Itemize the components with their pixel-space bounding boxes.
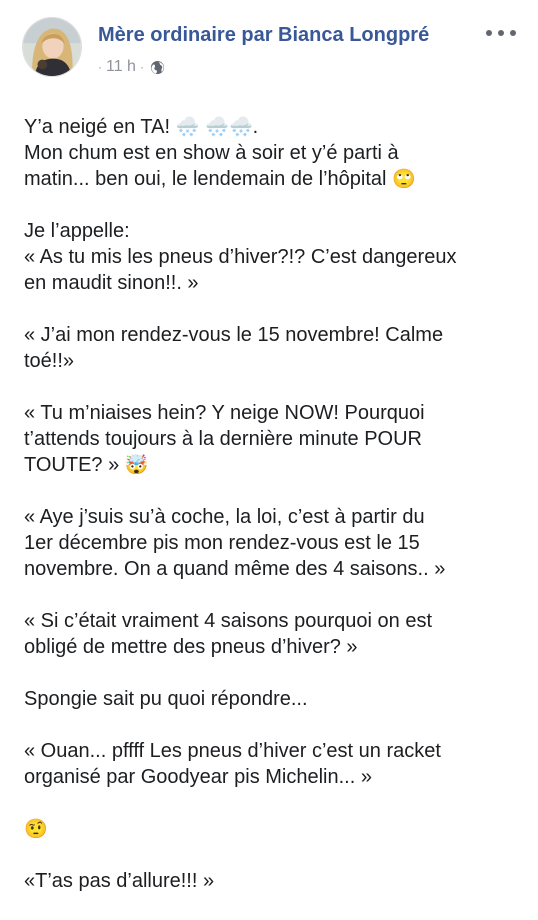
more-options-button[interactable] (486, 22, 516, 44)
meta-separator: · (139, 60, 144, 74)
avatar[interactable] (22, 17, 82, 77)
post-paragraph: Je l’appelle: « As tu mis les pneus d’hi… (24, 218, 520, 296)
post-text: « Si c’était vraiment 4 saisons pourquoi… (24, 610, 432, 632)
meta-separator: · (98, 60, 102, 74)
post-text: . (252, 116, 259, 138)
post-paragraph: Spongie sait pu quoi répondre... (24, 686, 520, 712)
post-text: « As tu mis les pneus d’hiver?!? C’est d… (24, 246, 457, 268)
post-text: « J’ai mon rendez-vous le 15 novembre! C… (24, 324, 444, 346)
more-options-icon (510, 30, 516, 36)
post-timestamp[interactable]: 11 h (106, 58, 136, 76)
mind-blown-emoji: 🤯 (124, 454, 149, 476)
post-paragraph: « Si c’était vraiment 4 saisons pourquoi… (24, 608, 520, 660)
post-paragraph: Y’a neigé en TA! 🌨️ 🌨️🌨️. Mon chum est e… (24, 114, 520, 192)
post-text: 1er décembre pis mon rendez-vous est le … (24, 532, 420, 554)
post-text: t’attends toujours à la dernière minute … (24, 428, 422, 450)
eye-roll-emoji: 🙄 (392, 168, 416, 190)
post-text: «T’as pas d’allure!!! » (24, 870, 215, 892)
post-paragraph: « Ouan... pffff Les pneus d’hiver c’est … (24, 738, 520, 790)
post-text: matin... ben oui, le lendemain de l’hôpi… (24, 168, 393, 190)
post-text: Y’a neigé en TA! (24, 116, 176, 138)
post-text: Je l’appelle: (24, 220, 130, 242)
post-text: « Aye j’suis su’à coche, la loi, c’est à… (24, 506, 425, 528)
post-paragraph: « Tu m’niaises hein? Y neige NOW! Pourqu… (24, 400, 520, 478)
post-text: TOUTE? » (24, 454, 125, 476)
more-options-icon (498, 30, 504, 36)
post-text: toé!!» (24, 350, 75, 372)
post-text: Mon chum est en show à soir et y’é parti… (24, 142, 399, 164)
post-paragraph: «T’as pas d’allure!!! » (24, 868, 520, 894)
post-text: en maudit sinon!!. » (24, 272, 199, 294)
post-text: obligé de mettre des pneus d’hiver? » (24, 636, 358, 658)
post-text: « Ouan... pffff Les pneus d’hiver c’est … (24, 740, 441, 762)
post-paragraph: « J’ai mon rendez-vous le 15 novembre! C… (24, 322, 520, 374)
post-text: organisé par Goodyear pis Michelin... » (24, 766, 372, 788)
page-name-link[interactable]: Mère ordinaire par Bianca Longpré (98, 24, 429, 47)
post-meta: · 11 h · (98, 58, 165, 76)
post-text: novembre. On a quand même des 4 saisons.… (24, 558, 446, 580)
avatar-image (23, 18, 81, 76)
snow-cloud-emoji: 🌨️ 🌨️🌨️ (175, 116, 253, 138)
post-paragraph: 🤨 (24, 816, 520, 842)
globe-icon[interactable] (150, 60, 165, 75)
post-paragraph: « Aye j’suis su’à coche, la loi, c’est à… (24, 504, 520, 582)
raised-eyebrow-emoji: 🤨 (24, 818, 48, 840)
post-header: Mère ordinaire par Bianca Longpré · 11 h… (0, 0, 538, 100)
post-text: « Tu m’niaises hein? Y neige NOW! Pourqu… (24, 402, 425, 424)
more-options-icon (486, 30, 492, 36)
post-text: Spongie sait pu quoi répondre... (24, 688, 308, 710)
post-body: Y’a neigé en TA! 🌨️ 🌨️🌨️. Mon chum est e… (24, 114, 520, 920)
